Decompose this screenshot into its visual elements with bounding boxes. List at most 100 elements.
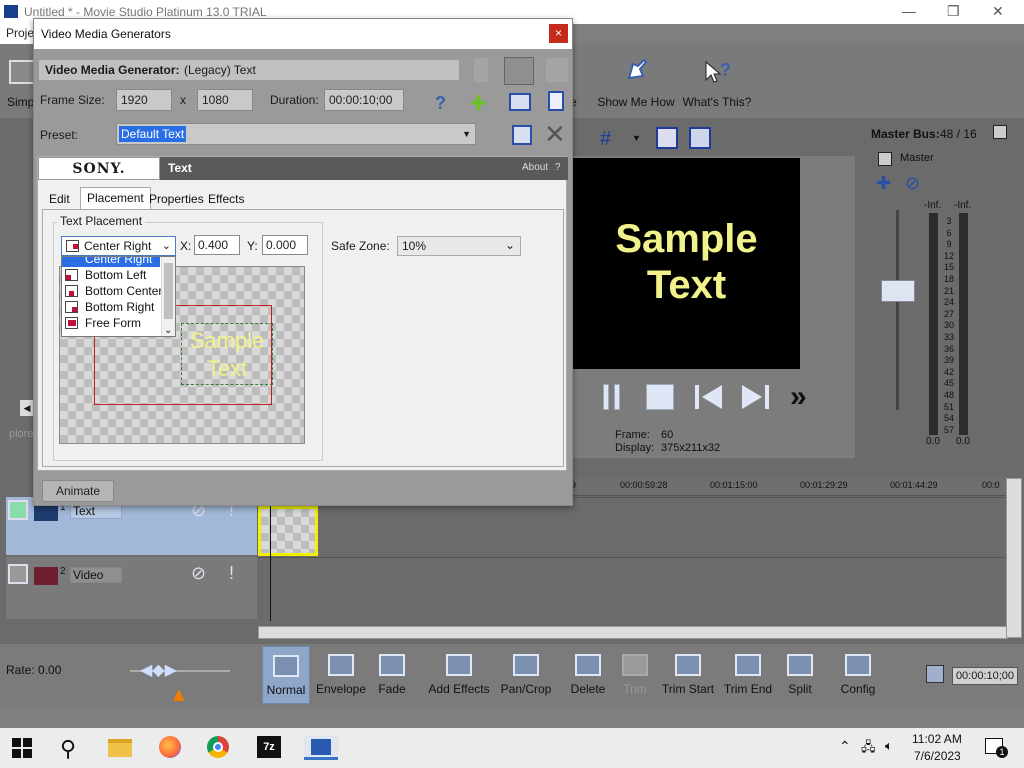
save-frame-icon[interactable]	[509, 93, 531, 111]
bus-settings-icon[interactable]	[993, 125, 1007, 139]
add-generator-icon[interactable]: ✚	[470, 91, 487, 116]
placement-text-line1: Sample	[189, 328, 265, 353]
tool-normal[interactable]: Normal	[262, 646, 310, 704]
tool-label: Delete	[570, 682, 606, 696]
tool-add-effects[interactable]: Add Effects	[426, 646, 492, 704]
file-explorer-icon[interactable]	[108, 736, 136, 760]
help-icon[interactable]: ?	[435, 93, 446, 114]
playhead[interactable]	[270, 497, 271, 621]
y-input[interactable]: 0.000	[262, 235, 308, 255]
chevron-down-icon[interactable]: ▼	[632, 133, 641, 143]
text-bounds[interactable]: Sample Text	[181, 323, 273, 385]
frame-height-input[interactable]: 1080	[197, 89, 253, 111]
whats-this-button[interactable]: ? What's This?	[682, 56, 752, 109]
track-2-menu-icon[interactable]	[8, 564, 28, 584]
text-clip[interactable]	[258, 506, 318, 556]
scroll-down-icon[interactable]: ⌄	[164, 325, 172, 336]
tool-pan-crop[interactable]: Pan/Crop	[498, 646, 554, 704]
close-window-button[interactable]: ✕	[992, 3, 1004, 20]
tab-effects[interactable]: Effects	[202, 189, 250, 209]
animate-button[interactable]: Animate	[42, 480, 114, 502]
view-toggle-2[interactable]	[504, 57, 534, 85]
tray-chevron-icon[interactable]: ⌃	[839, 738, 851, 755]
meter-scale-tick: 42	[943, 366, 954, 377]
view-toggle-3[interactable]	[546, 58, 568, 82]
option-free-form[interactable]: Free Form	[65, 315, 141, 331]
tool-fade[interactable]: Fade	[370, 646, 414, 704]
option-bottom-center[interactable]: Bottom Center	[65, 283, 162, 299]
view-toggle-1[interactable]	[474, 58, 488, 82]
about-link[interactable]: About	[522, 162, 548, 173]
firefox-icon[interactable]	[159, 736, 187, 760]
go-to-start-button[interactable]	[694, 384, 724, 410]
tool-envelope[interactable]: Envelope	[313, 646, 369, 704]
clock-time[interactable]: 11:02 AM	[912, 732, 962, 746]
x-input[interactable]: 0.400	[194, 235, 240, 255]
save-preset-icon[interactable]	[512, 125, 532, 145]
master-fader-handle[interactable]	[881, 280, 915, 302]
more-transport-icon[interactable]: »	[790, 380, 807, 414]
option-bottom-right[interactable]: Bottom Right	[65, 299, 154, 315]
show-me-how-button[interactable]: Show Me How	[592, 56, 680, 109]
pause-button[interactable]	[601, 384, 623, 410]
stop-button[interactable]	[646, 384, 674, 410]
go-to-end-button[interactable]	[740, 384, 770, 410]
meter-scale: 3 6 9 12 15 18 21 24 27 30 33 36 39 42 45 48 51 54 57	[940, 216, 958, 436]
preview-text-line2: Text	[646, 263, 727, 307]
maximize-button[interactable]: ❐	[947, 3, 960, 20]
network-icon[interactable]: 🖧	[861, 738, 876, 760]
movie-studio-taskbar-icon[interactable]	[304, 736, 338, 760]
timeline-scrollbar[interactable]	[258, 626, 1008, 639]
menu-project[interactable]: Proje	[6, 26, 34, 40]
duration-input[interactable]: 00:00:10;00	[324, 89, 404, 111]
tool-trim-start[interactable]: Trim Start	[660, 646, 716, 704]
track-1-menu-icon[interactable]	[8, 500, 28, 520]
track-2-number: 2	[60, 566, 66, 577]
plugin-help-icon[interactable]: ?	[555, 162, 561, 173]
master-bus-count: 48 / 16	[940, 127, 977, 141]
tab-edit[interactable]: Edit	[43, 189, 76, 209]
option-center-right[interactable]: Center Right	[62, 257, 160, 267]
explorer-tab[interactable]: plore	[9, 428, 33, 440]
track-2-solo-icon[interactable]: !	[229, 563, 234, 584]
scroll-left-button[interactable]: ◀	[20, 400, 34, 416]
minimize-button[interactable]: —	[902, 3, 916, 19]
track-2-mute-icon[interactable]: ⊘	[191, 563, 206, 584]
rate-arrows-icon[interactable]: ◀◆▶	[140, 660, 177, 680]
copy-snapshot-icon[interactable]	[656, 127, 678, 149]
preset-select[interactable]: Default Text ▼	[116, 123, 476, 145]
grid-icon[interactable]: #	[600, 128, 611, 151]
tool-config[interactable]: Config	[836, 646, 880, 704]
master-fx-icon[interactable]	[878, 152, 892, 166]
option-bottom-left[interactable]: Bottom Left	[65, 267, 146, 283]
vertical-scrollbar[interactable]	[1006, 478, 1022, 638]
7zip-icon[interactable]: 7z	[257, 736, 285, 760]
start-button[interactable]	[12, 736, 40, 760]
frame-width-input[interactable]: 1920	[116, 89, 172, 111]
tool-trim[interactable]: Trim	[620, 646, 650, 704]
clock-date[interactable]: 7/6/2023	[914, 749, 961, 763]
tab-placement[interactable]: Placement	[80, 187, 151, 209]
dropdown-scrollbar[interactable]: ⌄	[161, 257, 175, 336]
safe-zone-select[interactable]: 10% ⌄	[397, 236, 521, 256]
tool-split[interactable]: Split	[782, 646, 818, 704]
tool-icon	[446, 654, 472, 676]
search-icon[interactable]: ⚲	[60, 736, 88, 761]
track-2-name[interactable]: Video	[70, 567, 122, 583]
whats-this-label: What's This?	[682, 95, 752, 109]
tool-delete[interactable]: Delete	[568, 646, 608, 704]
tool-icon	[513, 654, 539, 676]
document-icon[interactable]	[548, 91, 564, 111]
delete-preset-icon[interactable]: ✕	[544, 119, 566, 150]
tool-trim-end[interactable]: Trim End	[722, 646, 774, 704]
chrome-icon[interactable]	[207, 736, 235, 760]
save-snapshot-icon[interactable]	[689, 127, 711, 149]
dialog-close-button[interactable]: ×	[549, 24, 568, 43]
placement-select[interactable]: Center Right ⌄	[61, 236, 176, 256]
rate-marker-icon[interactable]: ▲	[169, 684, 189, 707]
main-toolbar-icon[interactable]	[9, 60, 35, 84]
tab-properties[interactable]: Properties	[143, 189, 210, 209]
volume-icon[interactable]: 🔈︎	[885, 738, 893, 754]
master-mute-icon[interactable]: ⊘	[905, 173, 920, 194]
master-fx-plus-icon[interactable]: ✚	[876, 173, 891, 194]
